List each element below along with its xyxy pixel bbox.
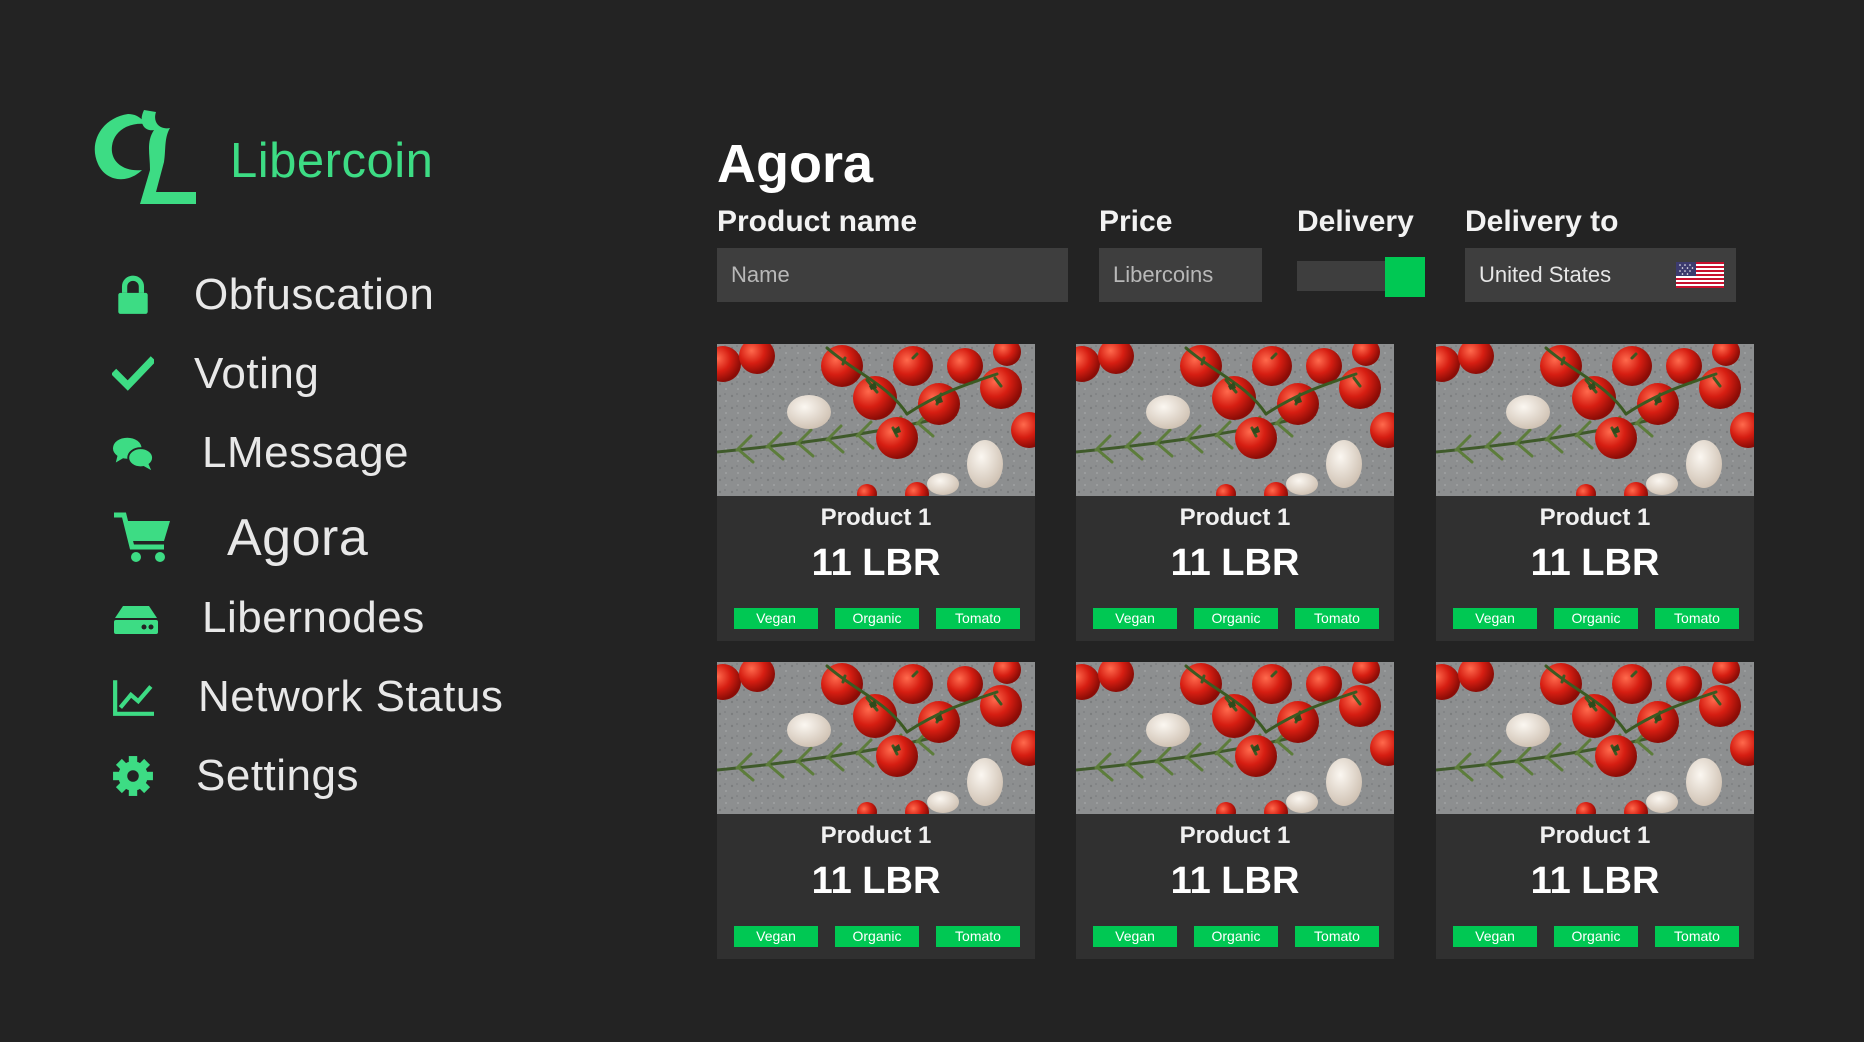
product-image (717, 662, 1035, 814)
product-name: Product 1 (1539, 504, 1651, 531)
product-card[interactable]: Product 1 11 LBR Vegan Organic Tomato (1436, 662, 1754, 959)
server-drive-icon (110, 595, 162, 641)
sidebar-item-agora[interactable]: Agora (110, 508, 368, 568)
line-chart-icon (110, 674, 156, 720)
tag-badge[interactable]: Vegan (734, 608, 818, 629)
product-price: 11 LBR (811, 860, 941, 902)
sidebar-item-label: Agora (227, 509, 369, 567)
product-card[interactable]: Product 1 11 LBR Vegan Organic Tomato (1076, 344, 1394, 641)
product-name: Product 1 (820, 822, 932, 849)
sidebar-item-voting[interactable]: Voting (110, 349, 319, 399)
price-input[interactable] (1099, 248, 1262, 302)
sidebar-item-lmessage[interactable]: LMessage (110, 428, 409, 478)
product-price: 11 LBR (1530, 860, 1660, 902)
toggle-knob (1385, 257, 1425, 297)
product-image (1076, 662, 1394, 814)
sidebar-item-settings[interactable]: Settings (110, 751, 359, 801)
sidebar-item-obfuscation[interactable]: Obfuscation (110, 270, 434, 320)
tag-badge[interactable]: Organic (1554, 608, 1638, 629)
tag-badge[interactable]: Tomato (1655, 926, 1739, 947)
product-tags: Vegan Organic Tomato (1453, 926, 1739, 947)
product-name-label: Product name (717, 205, 918, 238)
tag-badge[interactable]: Organic (835, 926, 919, 947)
product-image (1436, 662, 1754, 814)
page-title: Agora (717, 134, 874, 194)
product-tags: Vegan Organic Tomato (734, 608, 1020, 629)
tag-badge[interactable]: Tomato (936, 608, 1020, 629)
chat-bubbles-icon (110, 430, 156, 476)
product-image (717, 344, 1035, 496)
tag-badge[interactable]: Tomato (1295, 608, 1379, 629)
product-price: 11 LBR (811, 542, 941, 584)
checkmark-icon (110, 351, 156, 397)
tag-badge[interactable]: Vegan (1093, 608, 1177, 629)
product-tags: Vegan Organic Tomato (1093, 608, 1379, 629)
sidebar-item-label: Network Status (198, 672, 504, 721)
sidebar-item-label: Voting (194, 349, 320, 398)
app-name: Libercoin (230, 134, 434, 188)
product-image (1436, 344, 1754, 496)
product-name: Product 1 (1179, 822, 1291, 849)
sidebar-item-label: Settings (196, 751, 359, 800)
product-card[interactable]: Product 1 11 LBR Vegan Organic Tomato (1076, 662, 1394, 959)
tag-badge[interactable]: Vegan (1453, 608, 1537, 629)
sidebar-item-network-status[interactable]: Network Status (110, 672, 503, 722)
delivery-label: Delivery (1297, 205, 1414, 238)
tag-badge[interactable]: Tomato (1295, 926, 1379, 947)
product-price: 11 LBR (1530, 542, 1660, 584)
tag-badge[interactable]: Organic (1194, 608, 1278, 629)
tag-badge[interactable]: Vegan (1093, 926, 1177, 947)
tag-badge[interactable]: Vegan (734, 926, 818, 947)
tag-badge[interactable]: Vegan (1453, 926, 1537, 947)
product-tags: Vegan Organic Tomato (1093, 926, 1379, 947)
sidebar-item-libernodes[interactable]: Libernodes (110, 593, 425, 643)
price-label: Price (1099, 205, 1173, 238)
tag-badge[interactable]: Organic (1554, 926, 1638, 947)
sidebar-item-label: Obfuscation (194, 270, 435, 319)
product-tags: Vegan Organic Tomato (1453, 608, 1739, 629)
us-flag-icon (1676, 262, 1724, 288)
product-image (1076, 344, 1394, 496)
product-name: Product 1 (820, 504, 932, 531)
tag-badge[interactable]: Organic (1194, 926, 1278, 947)
gear-icon (110, 753, 156, 799)
brand[interactable]: Libercoin (84, 108, 433, 214)
shopping-cart-icon (110, 510, 174, 566)
delivery-country-select[interactable]: United States (1465, 248, 1736, 302)
product-tags: Vegan Organic Tomato (734, 926, 1020, 947)
delivery-to-label: Delivery to (1465, 205, 1619, 238)
tag-badge[interactable]: Tomato (1655, 608, 1739, 629)
product-card[interactable]: Product 1 11 LBR Vegan Organic Tomato (717, 344, 1035, 641)
product-name: Product 1 (1179, 504, 1291, 531)
sidebar-item-label: LMessage (202, 428, 410, 477)
product-price: 11 LBR (1170, 860, 1300, 902)
tag-badge[interactable]: Organic (835, 608, 919, 629)
product-card[interactable]: Product 1 11 LBR Vegan Organic Tomato (717, 662, 1035, 959)
lock-icon (110, 272, 156, 318)
product-price: 11 LBR (1170, 542, 1300, 584)
tag-badge[interactable]: Tomato (936, 926, 1020, 947)
libercoin-logo-icon (94, 110, 196, 204)
delivery-toggle[interactable] (1297, 257, 1425, 297)
product-name-input[interactable] (717, 248, 1068, 302)
product-card[interactable]: Product 1 11 LBR Vegan Organic Tomato (1436, 344, 1754, 641)
sidebar-item-label: Libernodes (202, 593, 425, 642)
product-name: Product 1 (1539, 822, 1651, 849)
delivery-country-value: United States (1479, 262, 1612, 287)
